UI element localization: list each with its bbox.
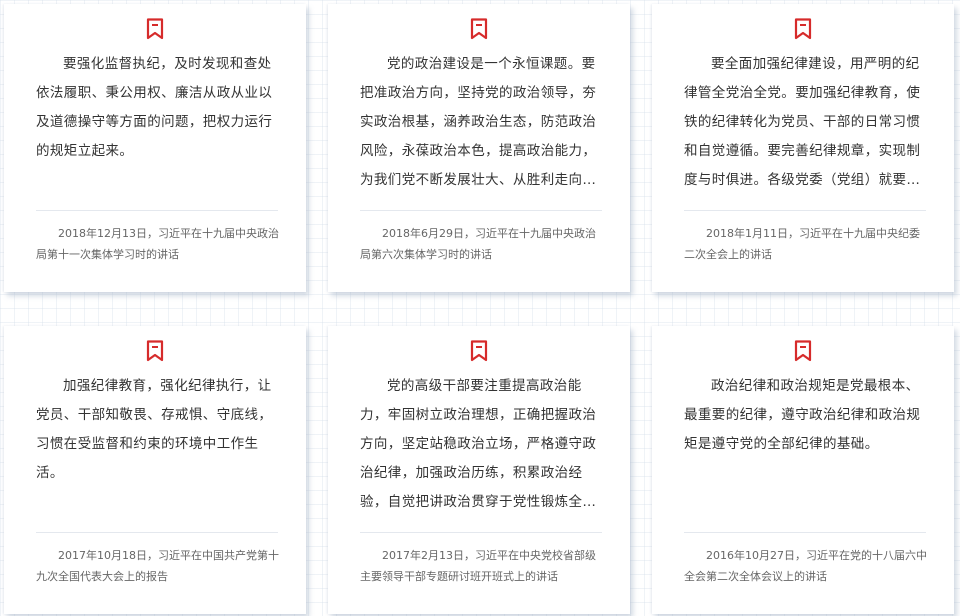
quote-text: 加强纪律教育，强化纪律执行，让党员、干部知敬畏、存戒惧、守底线，习惯在受监督和约… — [36, 378, 273, 481]
bookmark-icon — [146, 340, 164, 362]
divider — [684, 532, 926, 533]
divider — [36, 210, 278, 211]
quote-card-5[interactable]: 党的高级干部要注重提高政治能力，牢固树立政治理想，正确把握政治方向，坚定站稳政治… — [328, 326, 630, 614]
quote-source: 2018年12月13日，习近平在十九届中央政治局第十一次集体学习时的讲话 — [36, 227, 279, 261]
quote-source: 2017年2月13日，习近平在中央党校省部级主要领导干部专题研讨班开班式上的讲话 — [360, 549, 596, 583]
divider — [36, 532, 278, 533]
quote-text: 要强化监督执纪，及时发现和查处依法履职、秉公用权、廉洁从政从业以及道德操守等方面… — [36, 56, 273, 159]
divider — [360, 532, 602, 533]
bookmark-icon — [794, 18, 812, 40]
quote-source: 2016年10月27日，习近平在党的十八届六中全会第二次全体会议上的讲话 — [684, 549, 927, 583]
bookmark-icon — [146, 18, 164, 40]
quote-card-3[interactable]: 要全面加强纪律建设，用严明的纪律管全党治全党。要加强纪律教育，使铁的纪律转化为党… — [652, 4, 954, 292]
quote-card-1[interactable]: 要强化监督执纪，及时发现和查处依法履职、秉公用权、廉洁从政从业以及道德操守等方面… — [4, 4, 306, 292]
bookmark-icon — [794, 340, 812, 362]
quote-source: 2017年10月18日，习近平在中国共产党第十九次全国代表大会上的报告 — [36, 549, 279, 583]
quote-source: 2018年1月11日，习近平在十九届中央纪委二次全会上的讲话 — [684, 227, 920, 261]
quote-card-6[interactable]: 政治纪律和政治规矩是党最根本、最重要的纪律，遵守政治纪律和政治规矩是遵守党的全部… — [652, 326, 954, 614]
quote-text: 党的高级干部要注重提高政治能力，牢固树立政治理想，正确把握政治方向，坚定站稳政治… — [360, 378, 597, 510]
quote-text: 政治纪律和政治规矩是党最根本、最重要的纪律，遵守政治纪律和政治规矩是遵守党的全部… — [684, 378, 921, 452]
bookmark-icon — [470, 18, 488, 40]
quote-source: 2018年6月29日，习近平在十九届中央政治局第六次集体学习时的讲话 — [360, 227, 596, 261]
quote-card-2[interactable]: 党的政治建设是一个永恒课题。要把准政治方向，坚持党的政治领导，夯实政治根基，涵养… — [328, 4, 630, 292]
quote-text: 要全面加强纪律建设，用严明的纪律管全党治全党。要加强纪律教育，使铁的纪律转化为党… — [684, 56, 921, 188]
quote-text: 党的政治建设是一个永恒课题。要把准政治方向，坚持党的政治领导，夯实政治根基，涵养… — [360, 56, 597, 188]
bookmark-icon — [470, 340, 488, 362]
divider — [684, 210, 926, 211]
divider — [360, 210, 602, 211]
quote-card-4[interactable]: 加强纪律教育，强化纪律执行，让党员、干部知敬畏、存戒惧、守底线，习惯在受监督和约… — [4, 326, 306, 614]
